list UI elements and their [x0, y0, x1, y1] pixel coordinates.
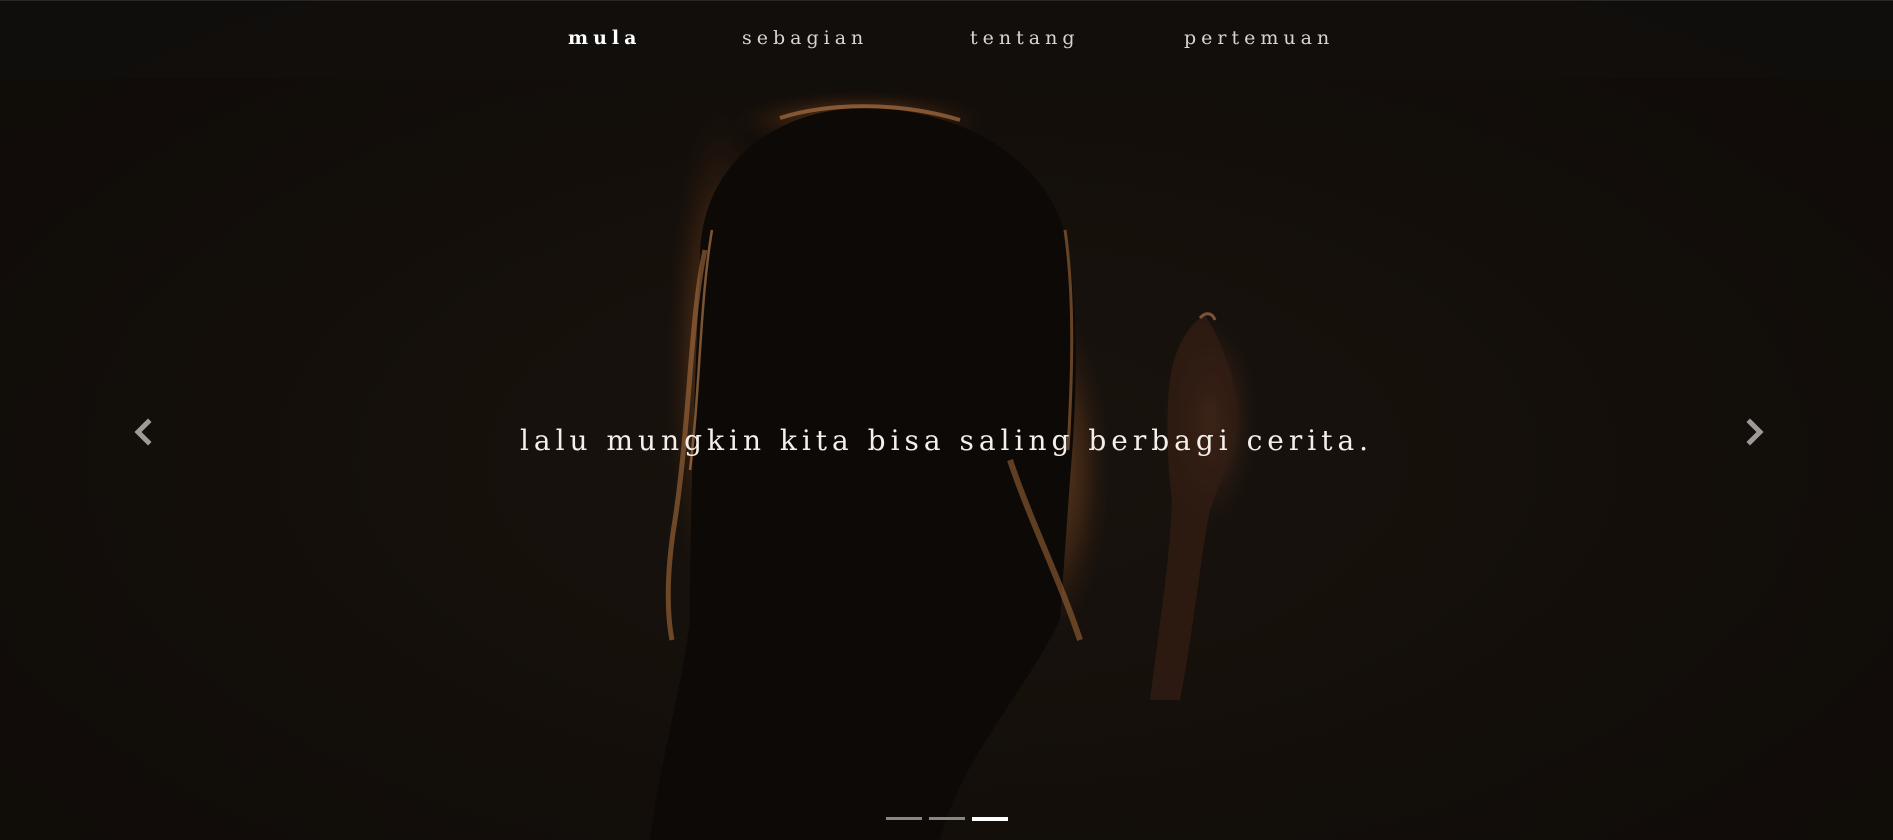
nav-item-mula[interactable]: mula — [568, 27, 641, 49]
carousel-indicator-3[interactable] — [972, 817, 1008, 821]
nav-item-sebagian[interactable]: sebagian — [742, 27, 868, 49]
slide-caption: lalu mungkin kita bisa saling berbagi ce… — [519, 424, 1374, 457]
hero-carousel: mula sebagian tentang pertemuan lalu mun… — [0, 0, 1893, 840]
hero-background-image — [0, 0, 1893, 840]
carousel-indicator-2[interactable] — [929, 817, 965, 820]
top-navbar: mula sebagian tentang pertemuan — [0, 0, 1893, 78]
nav-item-pertemuan[interactable]: pertemuan — [1184, 27, 1334, 49]
carousel-indicator-1[interactable] — [886, 817, 922, 820]
nav-item-tentang[interactable]: tentang — [970, 27, 1079, 49]
